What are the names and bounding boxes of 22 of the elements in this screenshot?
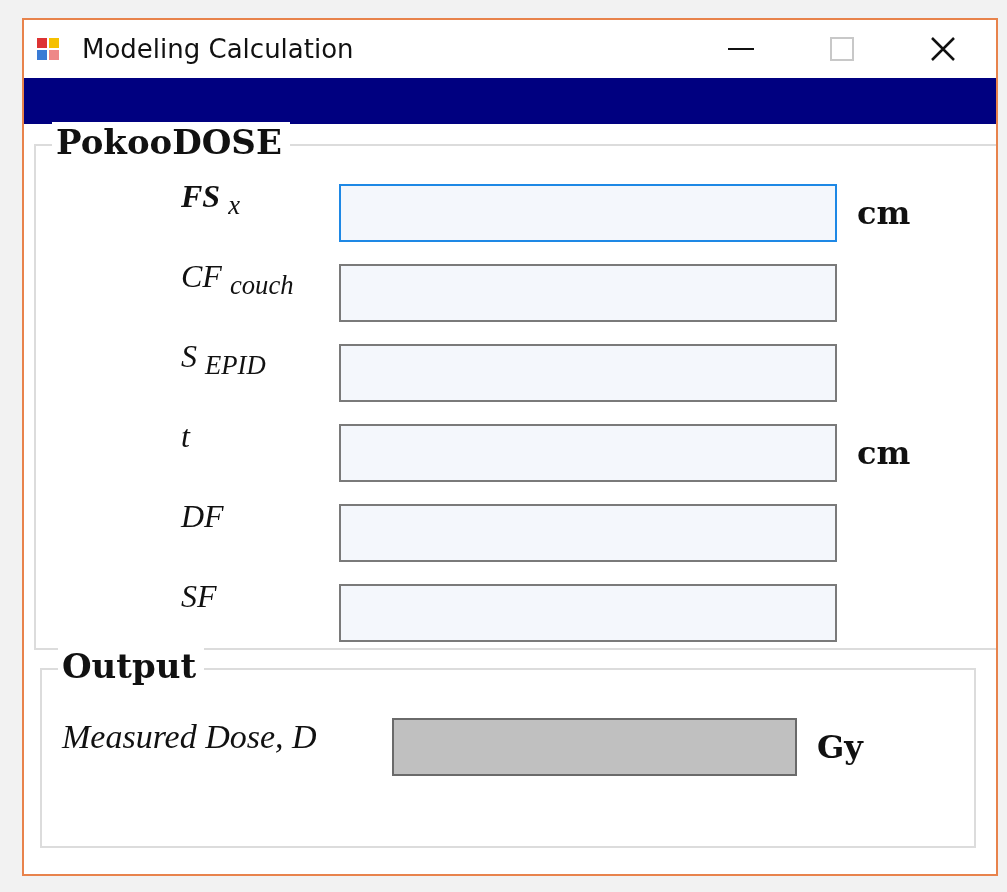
unit-label: cm: [857, 194, 911, 232]
close-icon[interactable]: [930, 36, 956, 62]
field-label: Measured Dose, D: [62, 718, 318, 756]
input-field[interactable]: [339, 184, 837, 242]
window-title: Modeling Calculation: [82, 34, 354, 64]
app-icon: [36, 37, 60, 61]
field-label: CF $_{couch}$: [181, 258, 295, 302]
field-label: S $_{EPID}$: [181, 338, 267, 382]
group-title: Output: [58, 646, 205, 686]
input-field[interactable]: [339, 584, 837, 642]
input-field[interactable]: [339, 344, 837, 402]
input-field[interactable]: [339, 264, 837, 322]
field-label: SF: [181, 578, 218, 615]
unit-label: cm: [857, 434, 911, 472]
input-field[interactable]: [339, 504, 837, 562]
field-label: DF: [181, 498, 225, 535]
input-field[interactable]: [339, 424, 837, 482]
unit-label: Gy: [817, 728, 863, 766]
output-field[interactable]: [392, 718, 797, 776]
minimize-icon[interactable]: [728, 47, 754, 51]
field-label: t: [181, 418, 192, 455]
field-label: FS $_{x}$: [181, 178, 241, 222]
